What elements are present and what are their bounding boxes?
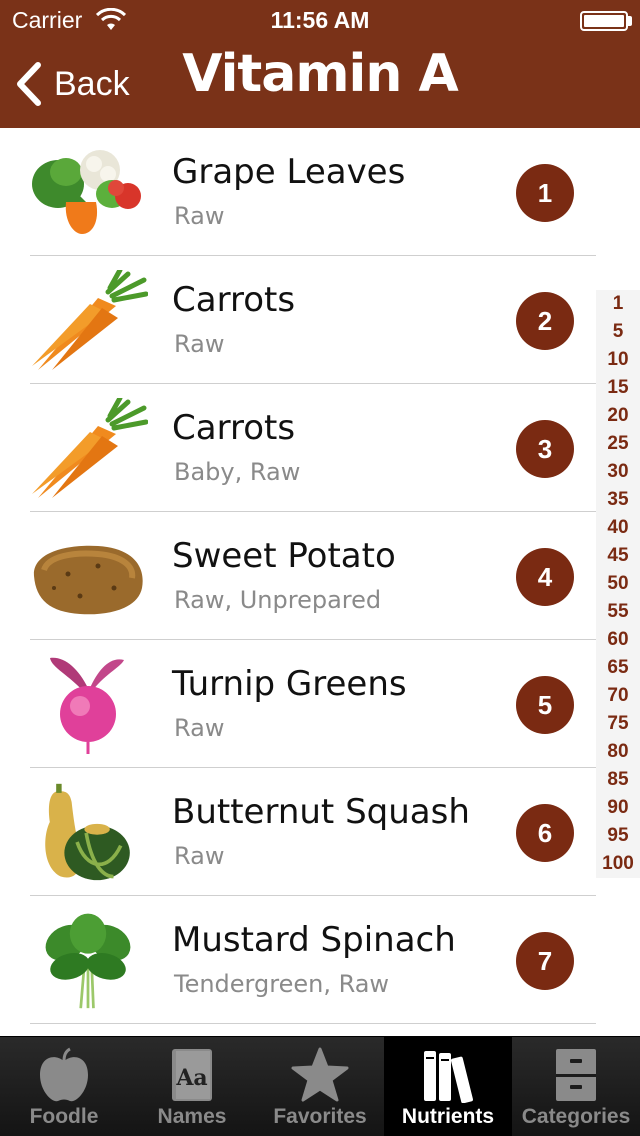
tab-label: Categories: [521, 1105, 631, 1128]
index-item[interactable]: 55: [596, 598, 640, 626]
clock-label: 11:56 AM: [270, 7, 370, 33]
list-item[interactable]: Turnip Greens Raw 5: [0, 640, 640, 768]
tab-label: Foodle: [29, 1105, 99, 1128]
navigation-bar: Carrier 11:56 AM Back Vitamin A: [0, 0, 640, 128]
index-item[interactable]: 70: [596, 682, 640, 710]
index-item[interactable]: 80: [596, 738, 640, 766]
index-item[interactable]: 50: [596, 570, 640, 598]
svg-text:Aa: Aa: [175, 1065, 207, 1091]
list-item[interactable]: Grape Leaves Raw 1: [0, 128, 640, 256]
rank-badge: 4: [516, 548, 574, 606]
rank-badge: 5: [516, 676, 574, 734]
food-name: Turnip Greens: [172, 664, 407, 704]
list-item[interactable]: Sweet Potato Raw, Unprepared 4: [0, 512, 640, 640]
tab-bar: Foodle Aa Names Favorites Nutrients Cate…: [0, 1036, 640, 1136]
index-item[interactable]: 5: [596, 318, 640, 346]
list-item[interactable]: Carrots Baby, Raw 3: [0, 384, 640, 512]
tab-label: Names: [157, 1105, 227, 1128]
tab-names[interactable]: Aa Names: [128, 1037, 256, 1136]
battery-icon: [580, 11, 628, 31]
squash-icon: [45, 783, 130, 881]
rank-badge: 7: [516, 932, 574, 990]
tab-foodle[interactable]: Foodle: [0, 1037, 128, 1136]
list-item[interactable]: Carrots Raw 2: [0, 256, 640, 384]
tab-favorites[interactable]: Favorites: [256, 1037, 384, 1136]
list-item[interactable]: Mustard Spinach Tendergreen, Raw 7: [0, 896, 640, 1024]
potato-icon: [33, 545, 143, 615]
index-item[interactable]: 10: [596, 346, 640, 374]
food-detail: Raw: [174, 330, 225, 358]
battery-nub: [628, 16, 632, 26]
index-item[interactable]: 75: [596, 710, 640, 738]
food-name: Butternut Squash: [172, 792, 470, 832]
section-index[interactable]: 1 5 10 15 20 25 30 35 40 45 50 55 60 65 …: [596, 290, 640, 878]
row-divider: [30, 1023, 596, 1024]
page-title: Vitamin A: [182, 44, 458, 104]
carrot-icon: [32, 270, 148, 370]
carrot-icon: [32, 398, 148, 498]
status-bar: Carrier 11:56 AM: [0, 0, 640, 40]
tab-nutrients[interactable]: Nutrients: [384, 1037, 512, 1136]
food-name: Carrots: [172, 280, 296, 320]
index-item[interactable]: 30: [596, 458, 640, 486]
food-detail: Raw: [174, 202, 225, 230]
index-item[interactable]: 85: [596, 766, 640, 794]
vegetables-icon: [32, 150, 141, 234]
index-item[interactable]: 40: [596, 514, 640, 542]
rank-badge: 3: [516, 420, 574, 478]
food-detail: Raw, Unprepared: [174, 586, 382, 614]
food-detail: Baby, Raw: [174, 458, 301, 486]
index-item[interactable]: 60: [596, 626, 640, 654]
index-item[interactable]: 35: [596, 486, 640, 514]
food-detail: Tendergreen, Raw: [174, 970, 390, 998]
tab-categories[interactable]: Categories: [512, 1037, 640, 1136]
food-detail: Raw: [174, 714, 225, 742]
rank-badge: 6: [516, 804, 574, 862]
list-item[interactable]: Butternut Squash Raw 6: [0, 768, 640, 896]
tab-label: Favorites: [273, 1105, 367, 1128]
index-item[interactable]: 100: [596, 850, 640, 878]
apple-icon: [40, 1047, 88, 1102]
food-list[interactable]: Grape Leaves Raw 1 Carrots Raw 2 Carrots…: [0, 128, 640, 1036]
index-item[interactable]: 25: [596, 430, 640, 458]
index-item[interactable]: 45: [596, 542, 640, 570]
index-item[interactable]: 15: [596, 374, 640, 402]
cabinet-icon: [556, 1049, 596, 1101]
turnip-icon: [50, 657, 124, 754]
food-name: Grape Leaves: [172, 152, 406, 192]
tab-label: Nutrients: [401, 1105, 495, 1128]
rank-badge: 1: [516, 164, 574, 222]
food-name: Carrots: [172, 408, 296, 448]
rank-badge: 2: [516, 292, 574, 350]
index-item[interactable]: 95: [596, 822, 640, 850]
books-icon: [424, 1051, 473, 1103]
index-item[interactable]: 90: [596, 794, 640, 822]
food-name: Sweet Potato: [172, 536, 396, 576]
leafy-greens-icon: [45, 913, 131, 1009]
star-icon: [291, 1047, 349, 1102]
index-item[interactable]: 20: [596, 402, 640, 430]
dictionary-icon: Aa: [172, 1049, 212, 1101]
index-item[interactable]: 65: [596, 654, 640, 682]
index-item[interactable]: 1: [596, 290, 640, 318]
food-detail: Raw: [174, 842, 225, 870]
food-name: Mustard Spinach: [172, 920, 456, 960]
